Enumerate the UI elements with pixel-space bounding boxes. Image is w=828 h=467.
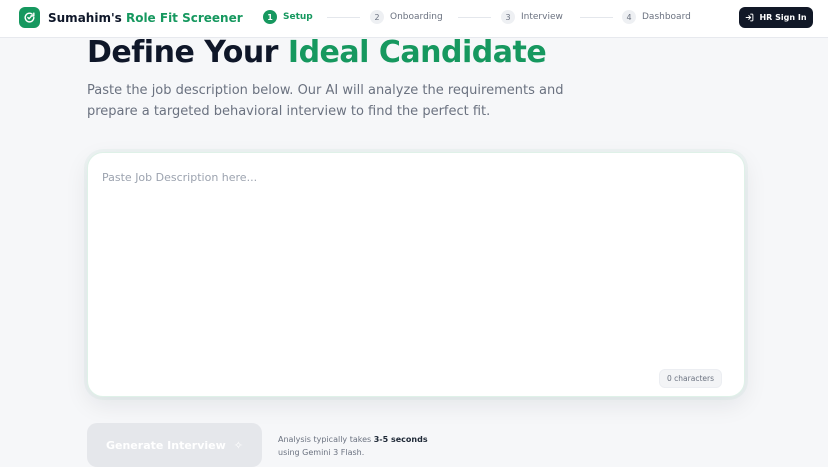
note-duration: 3-5 seconds (373, 435, 428, 444)
sparkle-icon: ✧ (233, 438, 244, 452)
step-connector (327, 17, 360, 18)
sign-in-arrow-icon (746, 13, 754, 22)
step-label: Setup (283, 12, 313, 22)
page-title: Define Your Ideal Candidate (87, 35, 547, 71)
character-count-badge: 0 characters (659, 369, 722, 388)
brand-name[interactable]: Sumahim's Role Fit Screener (48, 10, 243, 26)
step-number: 4 (622, 10, 636, 24)
step-label: Dashboard (642, 12, 691, 22)
brand-accent: Role Fit Screener (125, 11, 243, 25)
step-interview[interactable]: 3 Interview (501, 9, 563, 25)
brand-prefix: Sumahim's (48, 11, 122, 25)
job-description-input[interactable] (102, 171, 730, 361)
note-prefix: Analysis typically takes (278, 435, 372, 444)
step-setup[interactable]: 1 Setup (263, 9, 313, 25)
step-number: 1 (263, 10, 277, 24)
step-label: Interview (521, 12, 563, 22)
title-accent: Ideal Candidate (287, 35, 547, 70)
job-description-card: 0 characters (87, 152, 745, 397)
title-prefix: Define Your (87, 35, 278, 70)
generate-label: Generate Interview (105, 438, 226, 452)
page-subtitle: Paste the job description below. Our AI … (87, 83, 564, 119)
app-logo-icon[interactable] (19, 7, 40, 28)
step-connector (458, 17, 491, 18)
step-onboarding[interactable]: 2 Onboarding (370, 9, 443, 25)
step-connector (580, 17, 613, 18)
step-label: Onboarding (390, 12, 443, 22)
generate-interview-button[interactable]: Generate Interview ✧ (87, 423, 262, 467)
top-header: Sumahim's Role Fit Screener 1 Setup 2 On… (0, 0, 828, 38)
analysis-note: Analysis typically takes 3-5 seconds usi… (278, 433, 428, 459)
step-number: 2 (370, 10, 384, 24)
hr-sign-in-button[interactable]: HR Sign In (739, 7, 813, 28)
step-dashboard[interactable]: 4 Dashboard (622, 9, 691, 25)
step-number: 3 (501, 10, 515, 24)
sign-in-label: HR Sign In (759, 13, 807, 22)
note-suffix: using Gemini 3 Flash. (278, 448, 365, 457)
